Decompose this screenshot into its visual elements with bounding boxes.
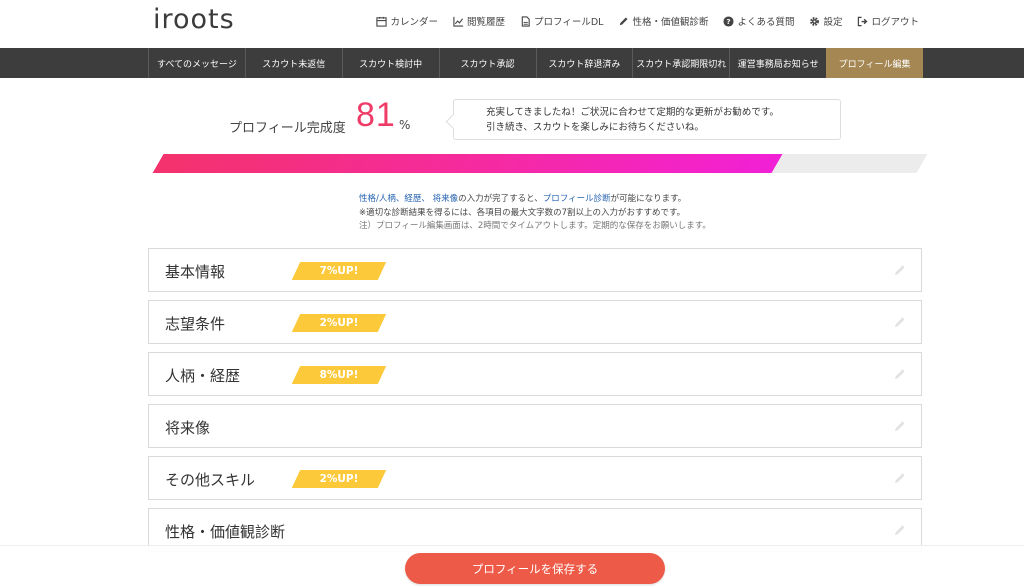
section-title: 将来像 [165, 419, 211, 437]
section-other-skills[interactable]: その他スキル 2%UP! [148, 456, 922, 500]
edit-pencil-icon[interactable] [893, 471, 907, 485]
logo[interactable]: iroots [153, 4, 235, 35]
logout-icon [858, 16, 868, 26]
section-desired-conditions[interactable]: 志望条件 2%UP! [148, 300, 922, 344]
tab-bar: すべてのメッセージ スカウト未返信 スカウト検討中 スカウト承認 スカウト辞退済… [0, 48, 1024, 78]
question-icon: ? [723, 15, 734, 27]
completion-progress-bar [152, 154, 928, 173]
section-title: 性格・価値観診断 [165, 523, 286, 541]
completion-message-bubble: 充実してきましたね！ご状況に合わせて定期的な更新がお勧めです。 引き続き、スカウ… [453, 99, 841, 140]
completion-value: 81 [356, 96, 396, 134]
nav-faq-label: よくある質問 [737, 17, 795, 28]
up-badge: 7%UP! [291, 262, 387, 280]
pdf-icon [521, 15, 530, 27]
completion-label: プロフィール完成度 [229, 121, 346, 136]
section-basic-info[interactable]: 基本情報 7%UP! [148, 248, 922, 292]
edit-pencil-icon[interactable] [893, 523, 907, 537]
tab-all-messages[interactable]: すべてのメッセージ [148, 48, 245, 78]
header-nav: カレンダー 閲覧履歴 プロフィールDL 性格・価値観診断 ? よくある質問 設定 [376, 14, 919, 28]
section-future-vision[interactable]: 将来像 [148, 404, 922, 448]
tab-scout-declined[interactable]: スカウト辞退済み [535, 48, 633, 78]
save-profile-button[interactable]: プロフィールを保存する [405, 553, 665, 584]
section-title: 基本情報 [165, 263, 226, 281]
tab-scout-expired[interactable]: スカウト承認期限切れ [632, 48, 729, 78]
profile-sections: 基本情報 7%UP! 志望条件 2%UP! 人柄・経歴 8%UP! 将来像 その… [148, 248, 922, 560]
edit-pencil-icon[interactable] [893, 315, 907, 329]
note-text-end: が可能になります。 [610, 194, 687, 204]
up-badge-text: 2%UP! [319, 317, 359, 329]
note-link-diagnosis[interactable]: プロフィール診断 [543, 194, 611, 204]
completion-message-line1: 充実してきましたね！ご状況に合わせて定期的な更新がお勧めです。 [486, 107, 779, 118]
completion-message-line2: 引き続き、スカウトを楽しみにお待ちくださいね。 [486, 122, 704, 133]
up-badge: 2%UP! [291, 314, 387, 332]
completion-unit: % [399, 118, 411, 132]
up-badge-text: 7%UP! [319, 265, 359, 277]
nav-history-label: 閲覧履歴 [467, 17, 506, 28]
nav-faq[interactable]: ? よくある質問 [723, 14, 794, 28]
up-badge: 8%UP! [291, 366, 387, 384]
note-line2: ※適切な診断結果を得るには、各項目の最大文字数の7割以上の入力がおすすめです。 [359, 207, 686, 218]
tab-scout-unreplied[interactable]: スカウト未返信 [244, 48, 342, 78]
nav-calendar-label: カレンダー [390, 17, 438, 28]
edit-pencil-icon[interactable] [893, 263, 907, 277]
section-title: 志望条件 [165, 315, 226, 333]
nav-profile-dl-label: プロフィールDL [534, 17, 604, 28]
section-personality-career[interactable]: 人柄・経歴 8%UP! [148, 352, 922, 396]
edit-pencil-icon[interactable] [893, 419, 907, 433]
nav-calendar[interactable]: カレンダー [376, 14, 438, 28]
nav-profile-dl[interactable]: プロフィールDL [520, 14, 603, 28]
nav-history[interactable]: 閲覧履歴 [453, 14, 505, 28]
app: iroots カレンダー 閲覧履歴 プロフィールDL 性格・価値観診断 ? よく… [0, 0, 1024, 587]
tab-profile-edit[interactable]: プロフィール編集 [826, 48, 923, 78]
chart-icon [453, 16, 464, 27]
edit-pencil-icon[interactable] [893, 367, 907, 381]
nav-diagnosis-label: 性格・価値観診断 [632, 17, 709, 28]
pencil-icon [620, 16, 628, 25]
note-line1: 性格/人柄、経歴、 将来像の入力が完了すると、プロフィール診断が可能になります。 [359, 193, 711, 207]
nav-settings[interactable]: 設定 [809, 14, 842, 28]
nav-logout[interactable]: ログアウト [857, 14, 919, 28]
calendar-icon [376, 16, 388, 27]
diagnosis-notes: 性格/人柄、経歴、 将来像の入力が完了すると、プロフィール診断が可能になります。… [359, 193, 711, 234]
up-badge-text: 2%UP! [319, 473, 359, 485]
svg-text:?: ? [727, 17, 731, 26]
tab-office-news[interactable]: 運営事務局お知らせ [729, 48, 826, 78]
up-badge-text: 8%UP! [319, 369, 359, 381]
gear-icon [810, 16, 820, 26]
completion-progress-fill [152, 154, 783, 173]
note-text-mid: の入力が完了すると、 [458, 194, 543, 204]
tab-scout-approved[interactable]: スカウト承認 [438, 48, 536, 78]
nav-settings-label: 設定 [823, 17, 843, 28]
note-link-sections[interactable]: 性格/人柄、経歴、 将来像 [359, 194, 458, 204]
nav-logout-label: ログアウト [871, 17, 919, 28]
section-title: 人柄・経歴 [165, 367, 241, 385]
tab-scout-considering[interactable]: スカウト検討中 [341, 48, 439, 78]
section-title: その他スキル [165, 471, 256, 489]
header: iroots カレンダー 閲覧履歴 プロフィールDL 性格・価値観診断 ? よく… [0, 0, 1024, 48]
up-badge: 2%UP! [291, 470, 387, 488]
note-line3: 注）プロフィール編集画面は、2時間でタイムアウトします。定期的な保存をお願いしま… [359, 221, 711, 231]
tabs: すべてのメッセージ スカウト未返信 スカウト検討中 スカウト承認 スカウト辞退済… [148, 48, 923, 78]
nav-diagnosis[interactable]: 性格・価値観診断 [618, 14, 708, 28]
